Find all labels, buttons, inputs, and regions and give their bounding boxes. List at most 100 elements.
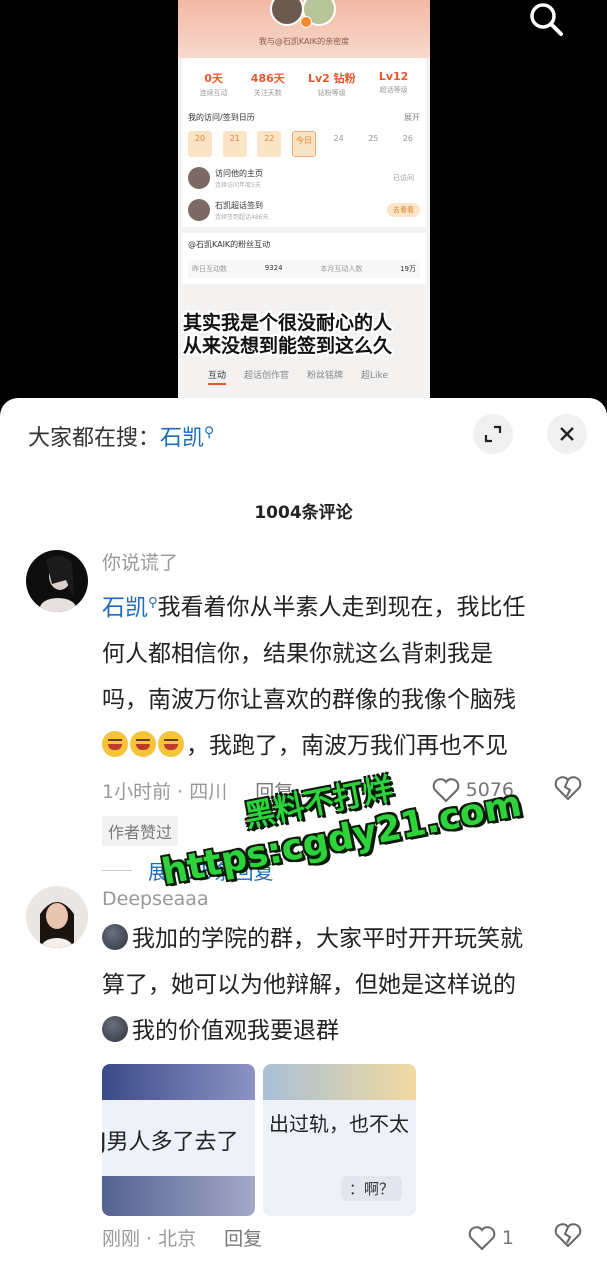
- image-band: [263, 1064, 416, 1100]
- comment-text: 石凯⚲我看着你从半素人走到现在，我比任 何人都相信你，结果你就这么背刺我是 吗，…: [102, 580, 582, 769]
- video-caption: 其实我是个很没耐心的人 从来没想到能签到这么久: [183, 312, 392, 358]
- grin-emoji-icon: [102, 730, 128, 757]
- frame-stat-label: 连续互动: [199, 89, 228, 97]
- mention-text: 石凯: [102, 594, 148, 621]
- frame-day: 25: [368, 134, 379, 143]
- dislike-button[interactable]: [554, 775, 582, 806]
- avatar[interactable]: [26, 886, 88, 948]
- comment-text: 我加的学院的群，大家平时开开玩笑就 算了，她可以为他辩解，但她是这样说的 我的价…: [102, 916, 582, 1054]
- dark-moon-emoji-icon: [102, 924, 128, 950]
- divider: [102, 869, 132, 871]
- frame-calendar-more: 展开: [404, 113, 420, 122]
- comment-image[interactable]: J男人多了去了: [102, 1064, 255, 1216]
- frame-day: 20: [188, 131, 212, 157]
- frame-fans-label: 昨日互动数: [192, 265, 227, 273]
- comment-images: J男人多了去了 出过轨，也不太 ：啊？: [102, 1064, 582, 1216]
- comment-time-location: 刚刚 · 北京: [102, 1228, 197, 1250]
- avatar[interactable]: [26, 550, 88, 612]
- frame-avatars: [270, 0, 342, 28]
- frame-stat: 0天 连续互动: [200, 70, 228, 98]
- comment-line: 算了，她可以为他辩解，但她是这样说的: [102, 972, 516, 998]
- frame-stat: Lv2 钻粉 钻粉等级: [308, 70, 356, 98]
- dislike-button[interactable]: [554, 1222, 582, 1253]
- image-band: [102, 1064, 255, 1100]
- image-text: J男人多了去了: [102, 1130, 239, 1155]
- image-band: [102, 1176, 255, 1216]
- image-text: 出过轨，也不太: [269, 1112, 409, 1136]
- frame-item-title: 石凯超话签到: [215, 200, 263, 210]
- frame-fans-section: @石凯KAIK的粉丝互动 昨日互动数 9324 本月互动人数 19万: [182, 233, 426, 284]
- comment-image[interactable]: 出过轨，也不太 ：啊？: [263, 1064, 416, 1216]
- search-small-icon: ⚲: [148, 595, 158, 610]
- like-button[interactable]: 1: [468, 1225, 514, 1251]
- reply-button[interactable]: 回复: [224, 1224, 262, 1251]
- frame-stat-value: Lv12: [378, 70, 409, 83]
- search-small-icon: ⚲: [204, 424, 215, 441]
- frame-item: 访问他的主页 连续访问年度5天 已访问: [188, 167, 420, 189]
- frame-stat: 486天 关注天数: [251, 70, 285, 98]
- frame-day-today: 今日: [291, 131, 316, 157]
- frame-item-text: 石凯超话签到 连续签到超话486天: [215, 200, 387, 221]
- frame-fans-label: 本月互动人数: [320, 265, 363, 273]
- frame-fans-title: @石凯KAIK的粉丝互动: [188, 240, 271, 249]
- frame-day: 22: [257, 131, 282, 157]
- frame-item: 石凯超话签到 连续签到超话486天 去看看: [188, 199, 420, 221]
- frame-day: 26: [402, 134, 414, 143]
- frame-tab: 互动: [208, 368, 227, 385]
- frame-item-button: 去看看: [387, 203, 420, 217]
- video-player[interactable]: 我与@石凯KAIK的亲密度 0天 连续互动 486天 关注天数 Lv2 钻粉 钻…: [0, 0, 607, 420]
- frame-item-button: 已访问: [393, 174, 414, 182]
- frame-item-sub: 连续签到超话486天: [215, 213, 269, 221]
- frame-stat-value: 0天: [204, 72, 223, 85]
- grin-emoji-icon: [130, 730, 156, 757]
- video-caption-line: 从来没想到能签到这么久: [183, 335, 393, 357]
- frame-fans-value: 19万: [400, 265, 416, 273]
- frame-stat-label: 关注天数: [253, 89, 282, 97]
- frame-item-avatar: [188, 199, 210, 221]
- frame-calendar-title: 我的访问/签到日历: [188, 113, 255, 122]
- grin-emoji-icon: [158, 730, 184, 757]
- trending-search-term[interactable]: 石凯: [160, 426, 204, 451]
- frame-stat-label: 超话等级: [379, 86, 408, 94]
- search-icon[interactable]: [526, 0, 566, 40]
- expand-icon: [484, 425, 502, 443]
- close-icon: [560, 427, 574, 441]
- frame-item-text: 访问他的主页 连续访问年度5天: [215, 168, 387, 189]
- verified-badge-icon: [300, 16, 312, 28]
- screen: 我与@石凯KAIK的亲密度 0天 连续互动 486天 关注天数 Lv2 钻粉 钻…: [0, 0, 607, 1280]
- broken-heart-icon: [554, 775, 582, 801]
- frame-item-sub: 连续访问年度5天: [215, 181, 261, 189]
- frame-calendar-card: 我的访问/签到日历 展开 20 21 22 今日 24 25 26 访问他的主页: [182, 106, 426, 227]
- comment-line: 何人都相信你，结果你就这么背刺我是: [102, 640, 493, 667]
- frame-tab: 粉丝铭牌: [307, 371, 344, 381]
- trending-search-prefix: 大家都在搜：: [28, 426, 161, 451]
- comment-meta: 刚刚 · 北京 回复 1: [102, 1222, 582, 1253]
- frame-fans-row: 昨日互动数 9324 本月互动人数 19万: [188, 260, 420, 278]
- frame-calendar-header: 我的访问/签到日历 展开: [188, 112, 420, 123]
- dark-moon-emoji-icon: [102, 1016, 128, 1042]
- image-text: ：啊？: [341, 1176, 403, 1201]
- frame-day: 21: [222, 131, 247, 157]
- frame-stat-value: 486天: [250, 72, 285, 85]
- frame-avatar-user: [270, 0, 304, 26]
- frame-days: 20 21 22 今日 24 25 26: [188, 131, 420, 157]
- mention-link[interactable]: 石凯⚲: [102, 595, 158, 621]
- broken-heart-icon: [554, 1223, 582, 1248]
- comment-line: 我加的学院的群，大家平时开开玩笑就: [132, 926, 523, 952]
- frame-tab: 超Like: [361, 371, 388, 381]
- expand-button[interactable]: [473, 414, 513, 454]
- frame-stat-label: 钻粉等级: [317, 89, 346, 97]
- frame-day: 24: [333, 134, 344, 143]
- heart-icon: [468, 1225, 496, 1250]
- frame-fans-value: 9324: [264, 264, 283, 272]
- frame-header: 我与@石凯KAIK的亲密度: [178, 0, 430, 58]
- comments-count: 1004条评论: [254, 503, 353, 523]
- comment-username[interactable]: 你说谎了: [102, 550, 582, 576]
- frame-item-avatar: [188, 167, 210, 189]
- trending-search[interactable]: 大家都在搜：石凯⚲: [28, 420, 214, 452]
- frame-tabs: 互动 超话创作官 粉丝铭牌 超Like: [208, 368, 388, 385]
- close-button[interactable]: [547, 414, 587, 454]
- frame-item-title: 访问他的主页: [215, 168, 263, 178]
- comment-line: 我看着你从半素人走到现在，我比任: [157, 594, 526, 621]
- frame-stat-value: Lv2 钻粉: [307, 72, 356, 85]
